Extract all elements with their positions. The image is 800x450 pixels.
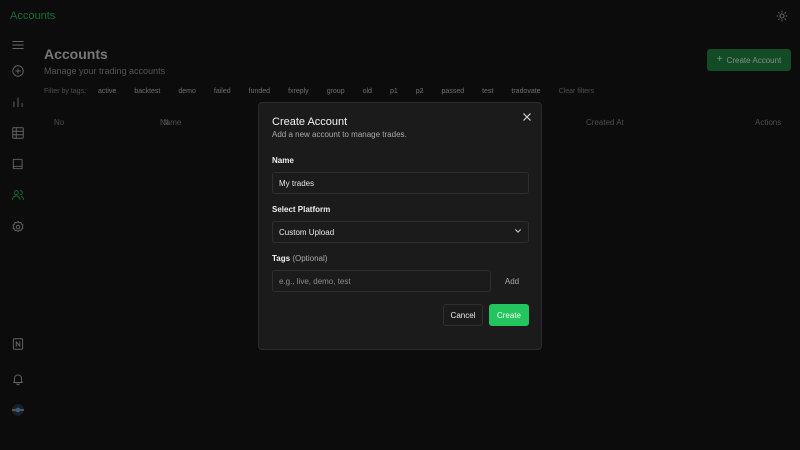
- close-icon[interactable]: [521, 111, 533, 123]
- platform-label: Select Platform: [272, 205, 331, 214]
- tags-label-text: Tags: [272, 254, 291, 263]
- add-tag-button[interactable]: Add: [495, 270, 529, 292]
- account-name-input[interactable]: [272, 172, 529, 194]
- create-account-dialog: Create Account Add a new account to mana…: [258, 102, 542, 350]
- tags-input[interactable]: [272, 270, 491, 292]
- chevron-down-icon: [514, 227, 522, 237]
- cancel-button[interactable]: Cancel: [443, 304, 483, 326]
- name-label: Name: [272, 156, 294, 165]
- platform-select[interactable]: Custom Upload: [272, 221, 529, 243]
- platform-select-value: Custom Upload: [279, 227, 335, 237]
- tags-optional-text: (Optional): [292, 254, 328, 263]
- dialog-title: Create Account: [272, 116, 348, 128]
- dialog-description: Add a new account to manage trades.: [272, 130, 407, 139]
- tags-label: Tags (Optional): [272, 254, 327, 263]
- create-button[interactable]: Create: [489, 304, 529, 326]
